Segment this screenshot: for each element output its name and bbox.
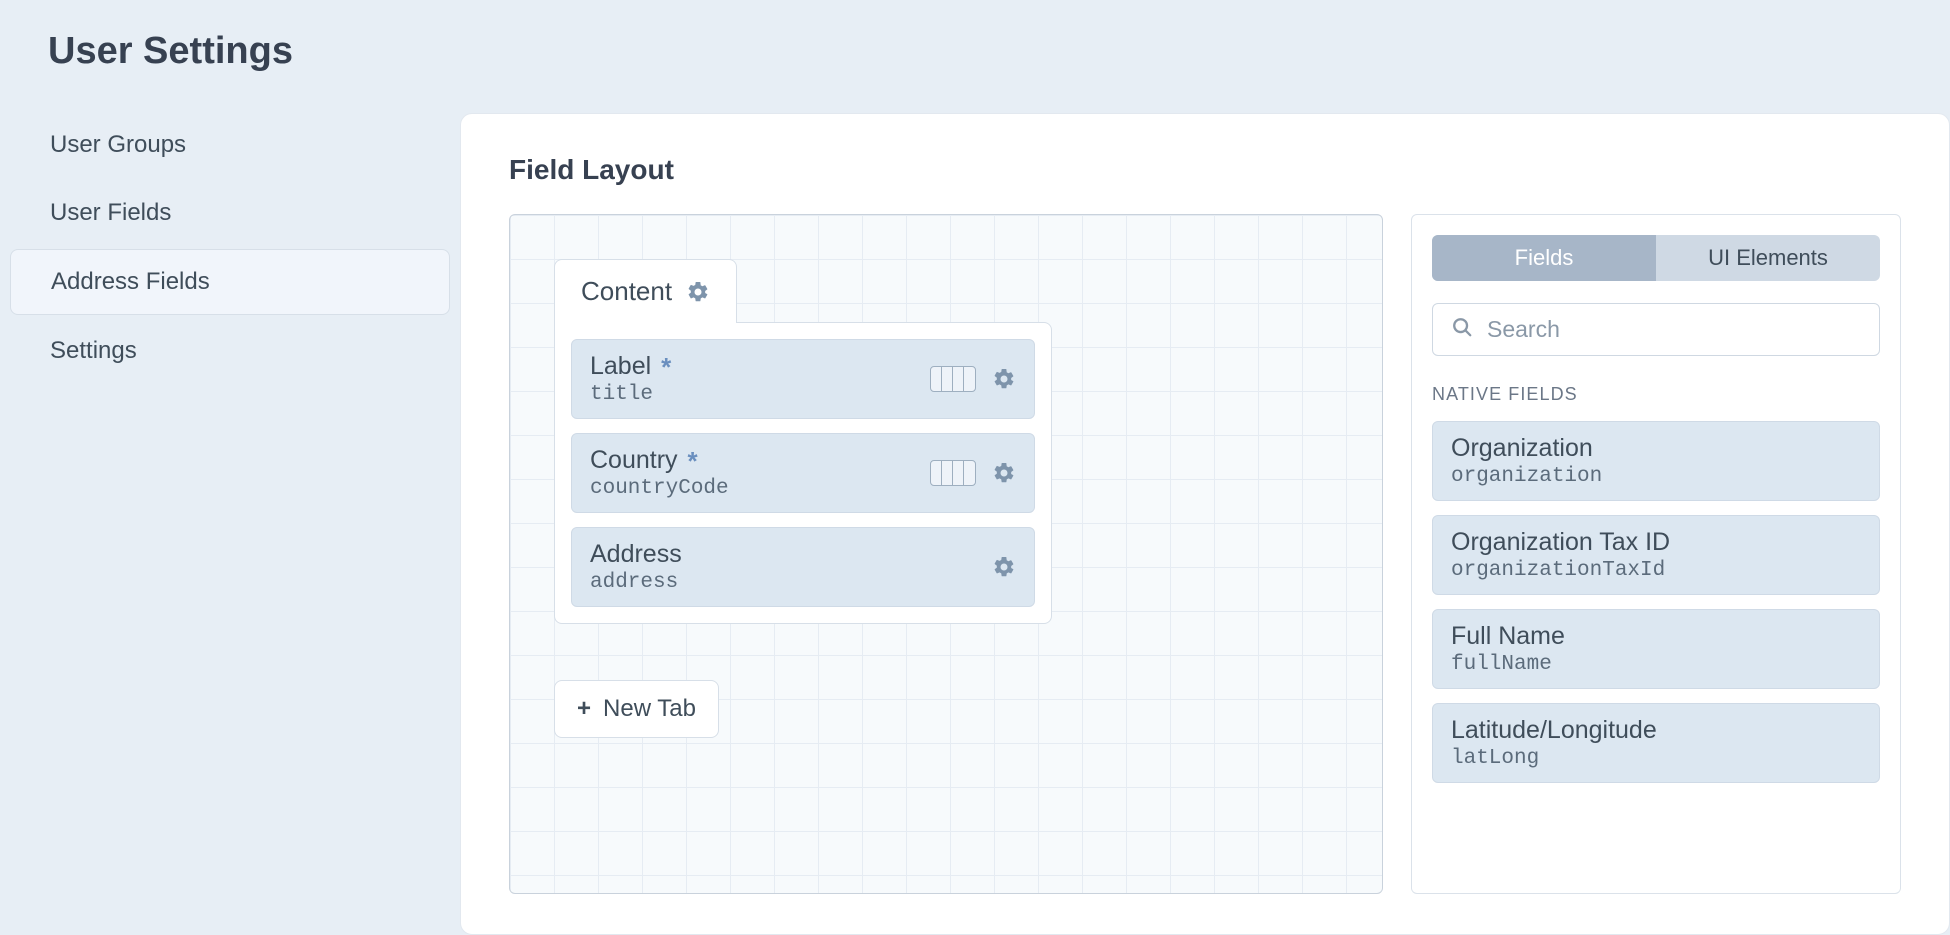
field-label: Country bbox=[590, 446, 678, 475]
sidebar-item-user-fields[interactable]: User Fields bbox=[10, 181, 450, 245]
tab-ui-elements[interactable]: UI Elements bbox=[1656, 235, 1880, 281]
native-field-label: Organization bbox=[1451, 434, 1861, 463]
field-row-country[interactable]: Country * countryCode bbox=[571, 433, 1035, 513]
sidebar-item-address-fields[interactable]: Address Fields bbox=[10, 249, 450, 315]
width-picker[interactable] bbox=[930, 460, 976, 486]
field-handle: title bbox=[590, 383, 671, 406]
layout-tab-name: Content bbox=[581, 276, 672, 307]
native-field-label: Latitude/Longitude bbox=[1451, 716, 1861, 745]
search-icon bbox=[1451, 316, 1473, 343]
native-field-organization[interactable]: Organization organization bbox=[1432, 421, 1880, 501]
native-field-label: Organization Tax ID bbox=[1451, 528, 1861, 557]
field-handle: address bbox=[590, 571, 682, 594]
field-label: Address bbox=[590, 540, 682, 569]
page-title: User Settings bbox=[0, 30, 1950, 113]
new-tab-label: New Tab bbox=[603, 695, 696, 723]
field-layout-canvas[interactable]: Content Label * bbox=[509, 214, 1383, 894]
main-panel: Field Layout Content bbox=[460, 113, 1950, 935]
native-field-organization-tax-id[interactable]: Organization Tax ID organizationTaxId bbox=[1432, 515, 1880, 595]
tab-fields[interactable]: Fields bbox=[1432, 235, 1656, 281]
width-picker[interactable] bbox=[930, 366, 976, 392]
native-field-label: Full Name bbox=[1451, 622, 1861, 651]
sidebar: User Groups User Fields Address Fields S… bbox=[0, 113, 460, 387]
gear-icon[interactable] bbox=[992, 461, 1016, 485]
native-field-lat-long[interactable]: Latitude/Longitude latLong bbox=[1432, 703, 1880, 783]
layout-tab-body: Label * title bbox=[554, 322, 1052, 624]
fields-panel: Fields UI Elements NATIVE FIELDS Organiz… bbox=[1411, 214, 1901, 894]
field-row-label[interactable]: Label * title bbox=[571, 339, 1035, 419]
gear-icon[interactable] bbox=[686, 280, 710, 304]
native-field-handle: organization bbox=[1451, 465, 1861, 488]
layout-tab[interactable]: Content Label * bbox=[554, 259, 1052, 624]
search-input[interactable] bbox=[1487, 316, 1861, 343]
gear-icon[interactable] bbox=[992, 555, 1016, 579]
sidebar-item-settings[interactable]: Settings bbox=[10, 319, 450, 383]
new-tab-button[interactable]: + New Tab bbox=[554, 680, 719, 738]
native-field-handle: latLong bbox=[1451, 747, 1861, 770]
native-fields-heading: NATIVE FIELDS bbox=[1432, 384, 1880, 405]
search-field[interactable] bbox=[1432, 303, 1880, 356]
gear-icon[interactable] bbox=[992, 367, 1016, 391]
sidebar-item-user-groups[interactable]: User Groups bbox=[10, 113, 450, 177]
plus-icon: + bbox=[577, 695, 591, 723]
required-icon: * bbox=[661, 354, 671, 380]
required-icon: * bbox=[688, 448, 698, 474]
field-label: Label bbox=[590, 352, 651, 381]
layout-tab-header[interactable]: Content bbox=[554, 259, 737, 323]
field-row-address[interactable]: Address address bbox=[571, 527, 1035, 607]
fields-panel-tabs: Fields UI Elements bbox=[1432, 235, 1880, 281]
native-field-handle: fullName bbox=[1451, 653, 1861, 676]
section-title: Field Layout bbox=[509, 154, 1901, 186]
native-field-full-name[interactable]: Full Name fullName bbox=[1432, 609, 1880, 689]
native-field-handle: organizationTaxId bbox=[1451, 559, 1861, 582]
field-handle: countryCode bbox=[590, 477, 729, 500]
